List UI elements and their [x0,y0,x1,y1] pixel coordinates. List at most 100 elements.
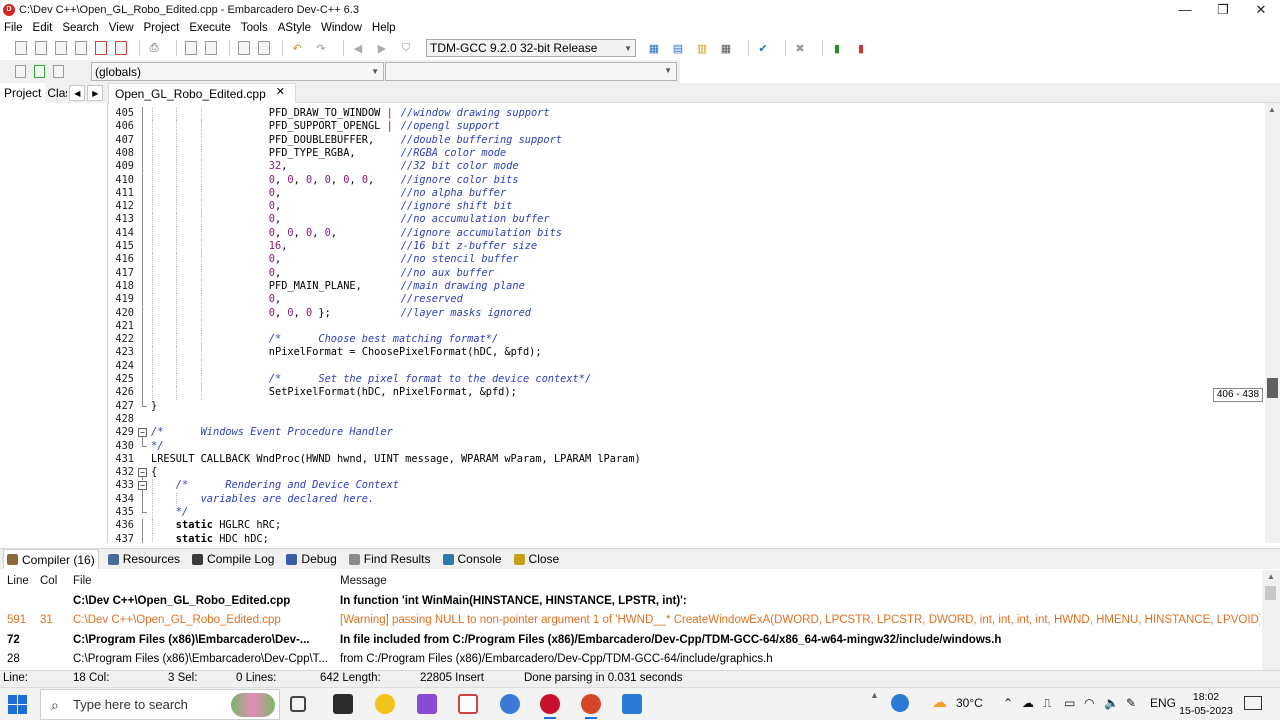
line-number[interactable]: 418 [109,280,134,293]
windows-start-icon[interactable] [8,695,28,715]
open-file-icon[interactable] [35,41,47,55]
member-select[interactable]: ▼ [385,62,677,81]
code-line[interactable]: 418 PFD_MAIN_PLANE, //main drawing plane [109,279,1265,294]
system-clock[interactable]: 18:02 15-05-2023 [1176,690,1236,718]
weather-temp[interactable]: 30°C [956,696,983,710]
syntax-check-icon[interactable]: ✔ [755,40,771,56]
code-line[interactable]: 422 /* Choose best matching format*/ [109,333,1265,347]
line-number[interactable]: 437 [109,533,134,543]
line-number[interactable]: 421 [109,320,134,333]
task-view-icon[interactable] [290,696,306,712]
message-row[interactable]: 28 C:\Program Files (x86)\Embarcadero\Dev… [0,650,1262,670]
code-line[interactable]: 428 [109,413,1265,426]
col-header-line[interactable]: Line [7,572,37,592]
remove-from-project-icon[interactable] [53,65,64,78]
line-number[interactable]: 433 [109,479,134,492]
line-number[interactable]: 414 [109,227,134,240]
line-number[interactable]: 434 [109,493,134,506]
line-number[interactable]: 405 [109,107,134,120]
code-line[interactable]: 415 16, //16 bit z-buffer size [109,240,1265,254]
line-number[interactable]: 415 [109,240,134,253]
tab-project[interactable]: Project [0,83,46,103]
scroll-up-icon[interactable]: ▲ [870,690,879,700]
code-line[interactable]: 416 0, //no stencil buffer [109,253,1265,267]
undo-icon[interactable]: ↶ [289,40,305,56]
code-line[interactable]: 426 SetPixelFormat(hDC, nPixelFormat, &pf… [109,386,1265,400]
line-number[interactable]: 419 [109,293,134,306]
line-number[interactable]: 426 [109,386,134,399]
message-row[interactable]: C:\Dev C++\Open_GL_Robo_Edited.cpp In fun… [0,592,1262,612]
chrome-canary-icon[interactable] [375,694,395,714]
menu-tools[interactable]: Tools [241,22,268,34]
line-number[interactable]: 411 [109,187,134,200]
editor-scroll-thumb[interactable] [1267,378,1278,398]
line-number[interactable]: 432 [109,466,134,479]
snip-tool-icon[interactable] [458,694,478,714]
media-app-icon[interactable] [417,694,437,714]
close-tab-icon[interactable]: ✕ [276,85,285,98]
menu-astyle[interactable]: AStyle [278,22,311,34]
line-number[interactable]: 428 [109,413,134,426]
line-number[interactable]: 436 [109,519,134,532]
code-line[interactable]: 421 [109,319,1265,334]
code-line[interactable]: 410 0, 0, 0, 0, 0, 0, //ignore color bits [109,173,1265,187]
code-line[interactable]: 412 0, //ignore shift bit [109,200,1265,214]
pen-icon[interactable]: ✎ [1126,696,1136,710]
tab-scroll-left-icon[interactable]: ◀ [69,85,86,101]
code-line[interactable]: 406 PFD_SUPPORT_OPENGL | //opengl support [109,120,1265,134]
back-icon[interactable]: ◀ [350,40,366,56]
line-number[interactable]: 412 [109,200,134,213]
meet-app-icon[interactable] [500,694,520,714]
message-row[interactable]: 591 31 C:\Dev C++\Open_GL_Robo_Edited.cpp [… [0,611,1262,631]
tab-find-results[interactable]: Find Results [346,549,434,569]
menu-help[interactable]: Help [372,22,396,34]
taskbar-search-box[interactable]: ⌕ Type here to search [40,689,280,720]
code-line[interactable]: 414 0, 0, 0, 0, //ignore accumulation bits [109,226,1265,240]
code-line[interactable]: 425 /* Set the pixel format to the device… [109,373,1265,387]
tab-classes[interactable]: Clas [45,83,67,103]
line-number[interactable]: 416 [109,253,134,266]
code-editor[interactable]: 405 PFD_DRAW_TO_WINDOW | //window drawing … [109,103,1265,543]
run-icon[interactable]: ▤ [670,40,686,56]
code-line[interactable]: 424 [109,359,1265,373]
tab-compiler[interactable]: Compiler (16) [3,549,99,569]
tab-compile-log[interactable]: Compile Log [189,549,277,569]
code-line[interactable]: 437 static HDC hDC; [109,532,1265,543]
tab-close[interactable]: Close [511,549,563,569]
notifications-icon[interactable] [1244,696,1262,710]
message-row[interactable]: 72 C:\Program Files (x86)\Embarcadero\Dev… [0,631,1262,651]
menu-file[interactable]: File [4,22,23,34]
menu-view[interactable]: View [109,22,134,34]
menu-edit[interactable]: Edit [33,22,53,34]
forward-icon[interactable]: ▶ [374,40,390,56]
line-number[interactable]: 424 [109,360,134,373]
code-line[interactable]: 431 LRESULT CALLBACK WndProc(HWND hwnd, U… [109,453,1265,466]
battery-icon[interactable]: ▭ [1064,696,1075,710]
line-number[interactable]: 430 [109,440,134,453]
fold-toggle-icon[interactable]: − [138,479,147,494]
powerpoint-icon[interactable] [581,694,601,719]
menu-project[interactable]: Project [144,22,180,34]
stop-execution-icon[interactable]: ✖ [792,40,808,56]
close-file-icon[interactable] [95,41,107,55]
code-line[interactable]: 423 nPixelFormat = ChoosePixelFormat(hDC,… [109,346,1265,360]
app-devcpp-alt-icon[interactable] [333,694,353,714]
line-number[interactable]: 425 [109,373,134,386]
code-line[interactable]: 433− /* Rendering and Device Context [109,479,1265,494]
profile-icon[interactable]: ▮ [829,40,845,56]
line-number[interactable]: 435 [109,506,134,519]
menu-execute[interactable]: Execute [189,22,231,34]
compiler-select[interactable]: TDM-GCC 9.2.0 32-bit Release ▼ [426,39,636,57]
scroll-up-icon[interactable]: ▲ [1268,105,1276,114]
usb-icon[interactable]: ⎍ [1043,696,1051,711]
help-icon[interactable] [891,694,909,712]
class-scope-select[interactable]: (globals) ▼ [91,62,384,81]
unindent-icon[interactable] [258,41,270,55]
tab-resources[interactable]: Resources [105,549,183,569]
tab-open-gl-robo-edited[interactable]: Open_GL_Robo_Edited.cpp ✕ [108,83,296,104]
maximize-button[interactable]: ❐ [1204,0,1242,19]
line-number[interactable]: 406 [109,120,134,133]
code-line[interactable]: 430 */ [109,439,1265,453]
compile-run-icon[interactable]: ▥ [694,40,710,56]
line-number[interactable]: 408 [109,147,134,160]
